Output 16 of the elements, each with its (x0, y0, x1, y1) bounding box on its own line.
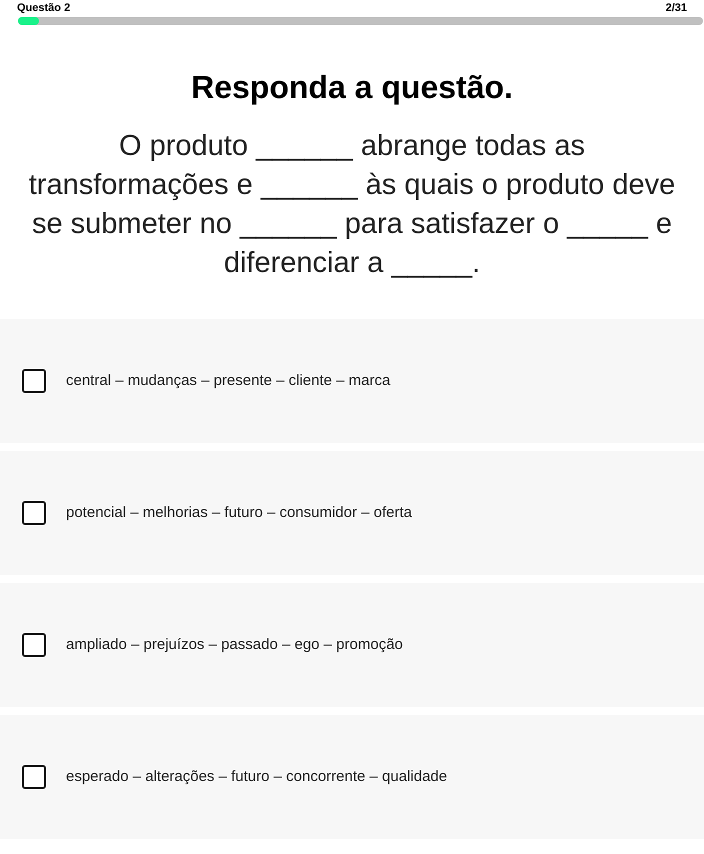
option-text: esperado – alterações – futuro – concorrente – qualidade (66, 766, 448, 787)
heading: Responda a questão. (190, 68, 514, 107)
question-counter: 2/31 (666, 3, 687, 14)
option-text: potencial – melhorias – futuro – consumidor – oferta (66, 502, 412, 523)
answer-option[interactable]: ampliado – prejuízos – passado – ego – promoção (0, 583, 704, 707)
checkbox[interactable] (22, 633, 46, 657)
option-text: central – mudanças – presente – cliente – marca (66, 370, 390, 391)
checkbox[interactable] (22, 765, 46, 789)
answer-option[interactable]: esperado – alterações – futuro – concorrente – qualidade (0, 715, 704, 839)
checkbox[interactable] (22, 501, 46, 525)
answer-option[interactable]: potencial – melhorias – futuro – consumidor – oferta (0, 451, 704, 575)
question-text: O produto ______ abrange todas as transformações e ______ às quais o produto deve se submeter no ______ para satisfazer o _____ e diferenciar a _____. (28, 129, 676, 281)
question-number: Questão 2 (17, 3, 70, 14)
option-text: ampliado – prejuízos – passado – ego – promoção (66, 634, 403, 655)
checkbox[interactable] (22, 369, 46, 393)
answer-option[interactable]: central – mudanças – presente – cliente – marca (0, 319, 704, 443)
